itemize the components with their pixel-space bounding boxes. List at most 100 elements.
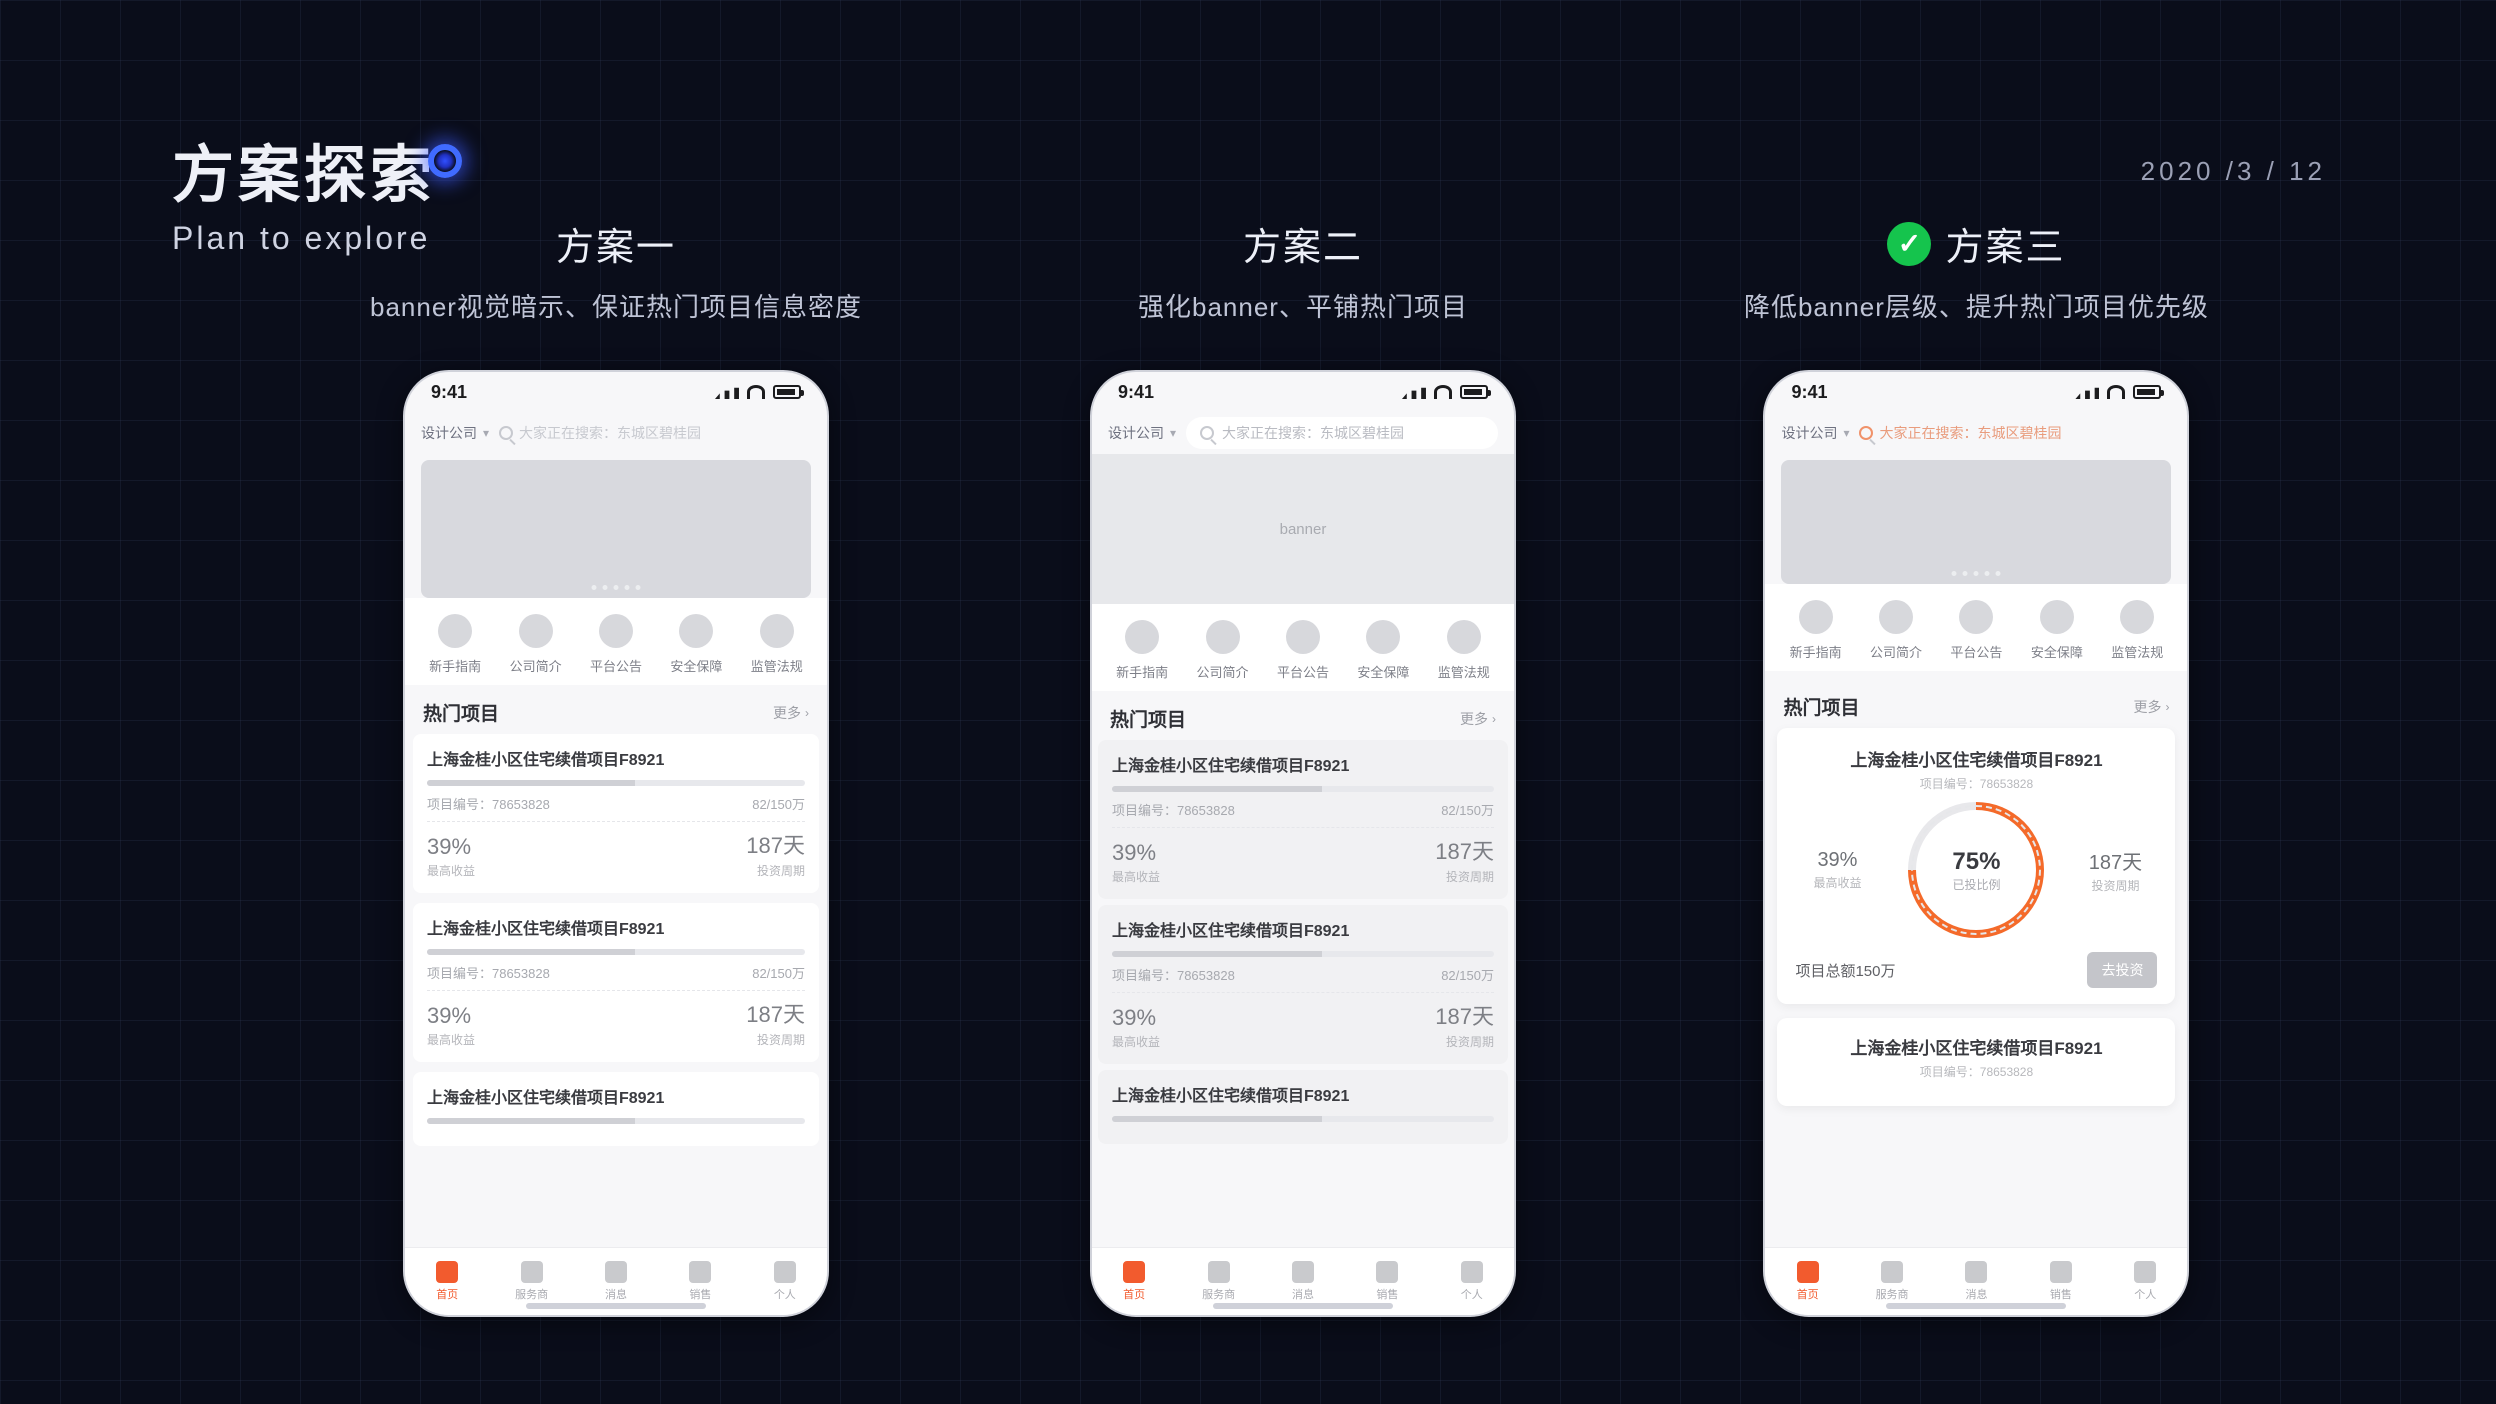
status-bar: 9:41: [405, 372, 827, 412]
nav-grid: 新手指南 公司简介 平台公告 安全保障 监管法规: [405, 598, 827, 685]
card-title: 上海金桂小区住宅续借项目F8921: [427, 1084, 805, 1108]
tab-home[interactable]: 首页: [1092, 1248, 1176, 1315]
status-bar: 9:41: [1092, 372, 1514, 412]
nav-dot-icon: [2040, 600, 2074, 634]
stat-days-label: 投资周期: [757, 1031, 805, 1048]
section-title: 热门项目: [423, 699, 499, 726]
donut-percent: 75%: [1952, 848, 2000, 876]
chevron-down-icon[interactable]: ▾: [1843, 426, 1849, 440]
progress-bar: [1112, 786, 1494, 792]
banner-large[interactable]: banner: [1092, 454, 1514, 604]
nav-item[interactable]: 安全保障: [2031, 600, 2083, 661]
nav-dot-icon: [1447, 620, 1481, 654]
signal-icon: [1402, 385, 1426, 399]
search-hint-text: 大家正在搜索：东城区碧桂园: [519, 423, 701, 443]
company-label[interactable]: 设计公司: [1108, 423, 1164, 443]
nav-item[interactable]: 监管法规: [751, 614, 803, 675]
nav-label: 监管法规: [751, 656, 803, 675]
stat-pct-label: 最高收益: [1813, 874, 1861, 891]
plan-subtitle: 降低banner层级、提升热门项目优先级: [1744, 287, 2209, 324]
battery-icon: [773, 385, 801, 399]
nav-item[interactable]: 监管法规: [2111, 600, 2163, 661]
plans-row: 方案一 banner视觉暗示、保证热门项目信息密度 9:41 设计公司 ▾ 大家…: [370, 216, 2209, 1317]
home-icon: [436, 1261, 458, 1283]
signal-icon: [2075, 385, 2099, 399]
featured-project-card[interactable]: 上海金桂小区住宅续借项目F8921 项目编号：78653828 39% 最高收益…: [1777, 728, 2175, 1004]
plan-column-2: 方案二 强化banner、平铺热门项目 9:41 设计公司 ▾ 大家正在搜索：东…: [1090, 216, 1516, 1317]
project-card[interactable]: 上海金桂小区住宅续借项目F8921 项目编号：7865382882/150万 3…: [413, 903, 819, 1062]
nav-item[interactable]: 新手指南: [429, 614, 481, 675]
user-icon: [774, 1261, 796, 1283]
nav-item[interactable]: 安全保障: [1357, 620, 1409, 681]
page-title-cn: 方案探索: [172, 124, 436, 214]
chevron-down-icon[interactable]: ▾: [1170, 426, 1176, 440]
search-input[interactable]: 大家正在搜索：东城区碧桂园: [1186, 417, 1498, 449]
section-title: 热门项目: [1110, 705, 1186, 732]
more-link[interactable]: 更多›: [1460, 709, 1496, 729]
search-icon: [1859, 426, 1873, 440]
tab-home[interactable]: 首页: [405, 1248, 489, 1315]
search-hint[interactable]: 大家正在搜索：东城区碧桂园: [499, 423, 701, 443]
nav-item[interactable]: 平台公告: [1950, 600, 2002, 661]
nav-dot-icon: [1206, 620, 1240, 654]
nav-item[interactable]: 公司简介: [1870, 600, 1922, 661]
invest-button[interactable]: 去投资: [2087, 952, 2157, 988]
tag-icon: [2050, 1261, 2072, 1283]
chevron-right-icon: ›: [2165, 700, 2169, 714]
card-title: 上海金桂小区住宅续借项目F8921: [1112, 917, 1494, 941]
project-card[interactable]: 上海金桂小区住宅续借项目F8921 项目编号：7865382882/150万 3…: [1098, 905, 1508, 1064]
more-link[interactable]: 更多›: [2133, 697, 2169, 717]
banner[interactable]: [1781, 460, 2171, 584]
top-row: 设计公司 ▾ 大家正在搜索：东城区碧桂园: [405, 412, 827, 454]
phone-mock-2: 9:41 设计公司 ▾ 大家正在搜索：东城区碧桂园 banner 新手指南 公司…: [1090, 370, 1516, 1317]
company-label[interactable]: 设计公司: [1781, 423, 1837, 443]
tab-profile[interactable]: 个人: [2103, 1248, 2187, 1315]
search-hint[interactable]: 大家正在搜索：东城区碧桂园: [1859, 423, 2061, 443]
nav-item[interactable]: 平台公告: [590, 614, 642, 675]
card-meta-left: 项目编号：78653828: [427, 963, 550, 982]
nav-item[interactable]: 平台公告: [1277, 620, 1329, 681]
donut-label: 已投比例: [1952, 876, 2000, 893]
card-title: 上海金桂小区住宅续借项目F8921: [1793, 1034, 2159, 1059]
banner[interactable]: [421, 460, 811, 598]
grid-icon: [1881, 1261, 1903, 1283]
banner-text: banner: [1280, 521, 1327, 538]
project-card[interactable]: 上海金桂小区住宅续借项目F8921 项目编号：7865382882/150万 3…: [413, 734, 819, 893]
search-icon: [499, 426, 513, 440]
nav-dot-icon: [519, 614, 553, 648]
chevron-right-icon: ›: [1492, 712, 1496, 726]
nav-item[interactable]: 监管法规: [1438, 620, 1490, 681]
plan-column-3: ✓ 方案三 降低banner层级、提升热门项目优先级 9:41 设计公司 ▾ 大…: [1744, 216, 2209, 1317]
tab-home[interactable]: 首页: [1765, 1248, 1849, 1315]
top-row: 设计公司 ▾ 大家正在搜索：东城区碧桂园: [1092, 412, 1514, 454]
tab-label: 销售: [689, 1286, 711, 1302]
company-label[interactable]: 设计公司: [421, 423, 477, 443]
page-date: 2020 /3 / 12: [2141, 156, 2326, 187]
message-icon: [1292, 1261, 1314, 1283]
nav-item[interactable]: 公司简介: [1197, 620, 1249, 681]
stat-pct-label: 最高收益: [427, 862, 475, 879]
tab-profile[interactable]: 个人: [743, 1248, 827, 1315]
nav-dot-icon: [1286, 620, 1320, 654]
nav-item[interactable]: 新手指南: [1790, 600, 1842, 661]
section-title: 热门项目: [1783, 693, 1859, 720]
check-icon: ✓: [1887, 222, 1931, 266]
project-card[interactable]: 上海金桂小区住宅续借项目F8921: [413, 1072, 819, 1146]
nav-label: 安全保障: [670, 656, 722, 675]
progress-donut: 75% 已投比例: [1908, 802, 2044, 938]
chevron-down-icon[interactable]: ▾: [483, 426, 489, 440]
user-icon: [1461, 1261, 1483, 1283]
nav-item[interactable]: 安全保障: [670, 614, 722, 675]
project-card[interactable]: 上海金桂小区住宅续借项目F8921: [1098, 1070, 1508, 1144]
progress-bar: [1112, 951, 1494, 957]
nav-item[interactable]: 新手指南: [1116, 620, 1168, 681]
more-link[interactable]: 更多›: [773, 703, 809, 723]
nav-dot-icon: [1959, 600, 1993, 634]
status-bar: 9:41: [1765, 372, 2187, 412]
section-header: 热门项目 更多›: [1765, 671, 2187, 728]
nav-item[interactable]: 公司简介: [510, 614, 562, 675]
project-card[interactable]: 上海金桂小区住宅续借项目F8921 项目编号：7865382882/150万 3…: [1098, 740, 1508, 899]
tab-profile[interactable]: 个人: [1430, 1248, 1514, 1315]
project-card[interactable]: 上海金桂小区住宅续借项目F8921 项目编号：78653828: [1777, 1018, 2175, 1106]
stat-days: 187天: [746, 828, 805, 860]
